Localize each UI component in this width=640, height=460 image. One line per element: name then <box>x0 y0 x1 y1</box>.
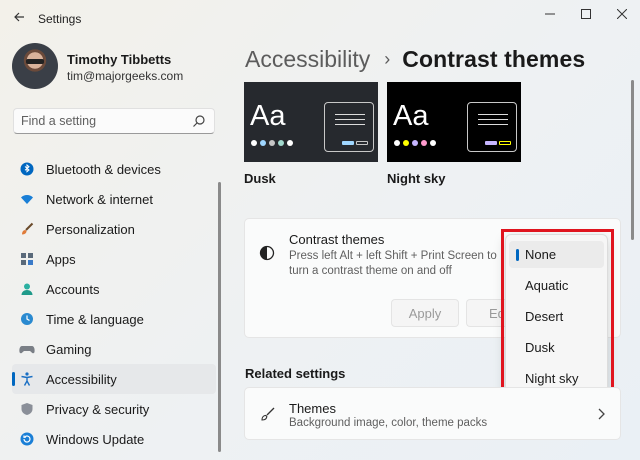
person-icon <box>19 281 35 297</box>
preview-color-dots <box>394 140 436 146</box>
user-email: tim@majorgeeks.com <box>67 69 184 83</box>
sidebar-item-apps[interactable]: Apps <box>12 244 216 274</box>
color-dot <box>278 140 284 146</box>
content-scrollbar[interactable] <box>631 80 634 240</box>
sidebar-item-privacy-security[interactable]: Privacy & security <box>12 394 216 424</box>
preview-window <box>467 102 517 152</box>
search-box[interactable] <box>13 108 215 134</box>
apply-button[interactable]: Apply <box>391 299 459 327</box>
contrast-themes-description: Press left Alt + left Shift + Print Scre… <box>289 250 497 277</box>
color-dot <box>421 140 427 146</box>
themes-description: Background image, color, theme packs <box>289 417 488 429</box>
contrast-icon <box>259 245 275 261</box>
sidebar-item-label: Bluetooth & devices <box>46 161 161 177</box>
back-arrow-icon <box>14 12 24 22</box>
sidebar-item-label: Gaming <box>46 341 92 357</box>
color-dot <box>251 140 257 146</box>
apps-icon <box>19 251 35 267</box>
theme-preview-night-sky[interactable]: Aa <box>387 82 521 162</box>
breadcrumb: Accessibility › Contrast themes <box>245 44 585 74</box>
sidebar-item-label: Apps <box>46 251 76 267</box>
sidebar-item-label: Accounts <box>46 281 100 297</box>
wifi-icon <box>19 191 35 207</box>
color-dot <box>412 140 418 146</box>
color-dot <box>287 140 293 146</box>
theme-name-night-sky: Night sky <box>387 171 446 186</box>
sidebar-item-label: Windows Update <box>46 431 145 447</box>
sidebar-item-label: Accessibility <box>46 371 117 387</box>
sidebar-item-bluetooth[interactable]: Bluetooth & devices <box>12 154 216 184</box>
search-input[interactable] <box>21 114 191 128</box>
chevron-right-icon <box>598 408 605 420</box>
close-button[interactable] <box>604 4 640 24</box>
shield-icon <box>19 401 35 417</box>
theme-name-dusk: Dusk <box>244 171 276 186</box>
avatar[interactable] <box>12 43 58 89</box>
minimize-button[interactable] <box>532 4 568 24</box>
maximize-button[interactable] <box>568 4 604 24</box>
sidebar-item-accounts[interactable]: Accounts <box>12 274 216 304</box>
theme-preview-dusk[interactable]: Aa <box>244 82 378 162</box>
brush-icon <box>19 221 35 237</box>
preview-aa-text: Aa <box>250 100 286 132</box>
back-button[interactable] <box>8 6 30 28</box>
title-bar: Settings <box>0 0 640 40</box>
sidebar-item-accessibility[interactable]: Accessibility <box>12 364 216 394</box>
sidebar-item-gaming[interactable]: Gaming <box>12 334 216 364</box>
sidebar-nav: Bluetooth & devices Network & internet P… <box>12 154 216 454</box>
breadcrumb-separator: › <box>384 48 391 69</box>
contrast-themes-title: Contrast themes <box>289 232 385 247</box>
annotation-highlight-box <box>501 229 614 404</box>
preview-button <box>342 141 354 145</box>
user-name: Timothy Tibbetts <box>67 52 172 67</box>
minimize-icon <box>545 13 555 15</box>
sidebar-item-windows-update[interactable]: Windows Update <box>12 424 216 454</box>
search-icon[interactable] <box>192 114 206 128</box>
sidebar-item-label: Time & language <box>46 311 144 327</box>
gamepad-icon <box>19 341 35 357</box>
settings-window: Settings Timothy Tibbetts tim@majorgeeks… <box>0 0 640 460</box>
maximize-icon <box>581 9 591 19</box>
selection-indicator <box>12 372 15 386</box>
related-settings-heading: Related settings <box>245 366 346 381</box>
sidebar-item-personalization[interactable]: Personalization <box>12 214 216 244</box>
accessibility-icon <box>19 371 35 387</box>
breadcrumb-parent[interactable]: Accessibility <box>245 46 370 73</box>
update-icon <box>19 431 35 447</box>
color-dot <box>403 140 409 146</box>
sidebar-item-label: Privacy & security <box>46 401 150 417</box>
close-icon <box>617 9 627 19</box>
preview-aa-text: Aa <box>393 100 429 132</box>
preview-button <box>499 141 511 145</box>
color-dot <box>269 140 275 146</box>
page-title: Contrast themes <box>402 45 586 72</box>
preview-button <box>356 141 368 145</box>
sidebar-item-label: Personalization <box>46 221 135 237</box>
color-dot <box>260 140 266 146</box>
sidebar-scrollbar[interactable] <box>218 182 221 452</box>
app-title: Settings <box>38 12 82 26</box>
preview-window <box>324 102 374 152</box>
globe-clock-icon <box>19 311 35 327</box>
sidebar-item-time-language[interactable]: Time & language <box>12 304 216 334</box>
color-dot <box>430 140 436 146</box>
bluetooth-icon <box>19 161 35 177</box>
preview-button <box>485 141 497 145</box>
themes-title: Themes <box>289 401 336 416</box>
sidebar-item-network[interactable]: Network & internet <box>12 184 216 214</box>
themes-link-card[interactable]: Themes Background image, color, theme pa… <box>244 387 621 440</box>
preview-color-dots <box>251 140 293 146</box>
sidebar-item-label: Network & internet <box>46 191 153 207</box>
edit-button[interactable]: Edit <box>466 299 506 327</box>
brush-icon <box>261 407 275 421</box>
color-dot <box>394 140 400 146</box>
